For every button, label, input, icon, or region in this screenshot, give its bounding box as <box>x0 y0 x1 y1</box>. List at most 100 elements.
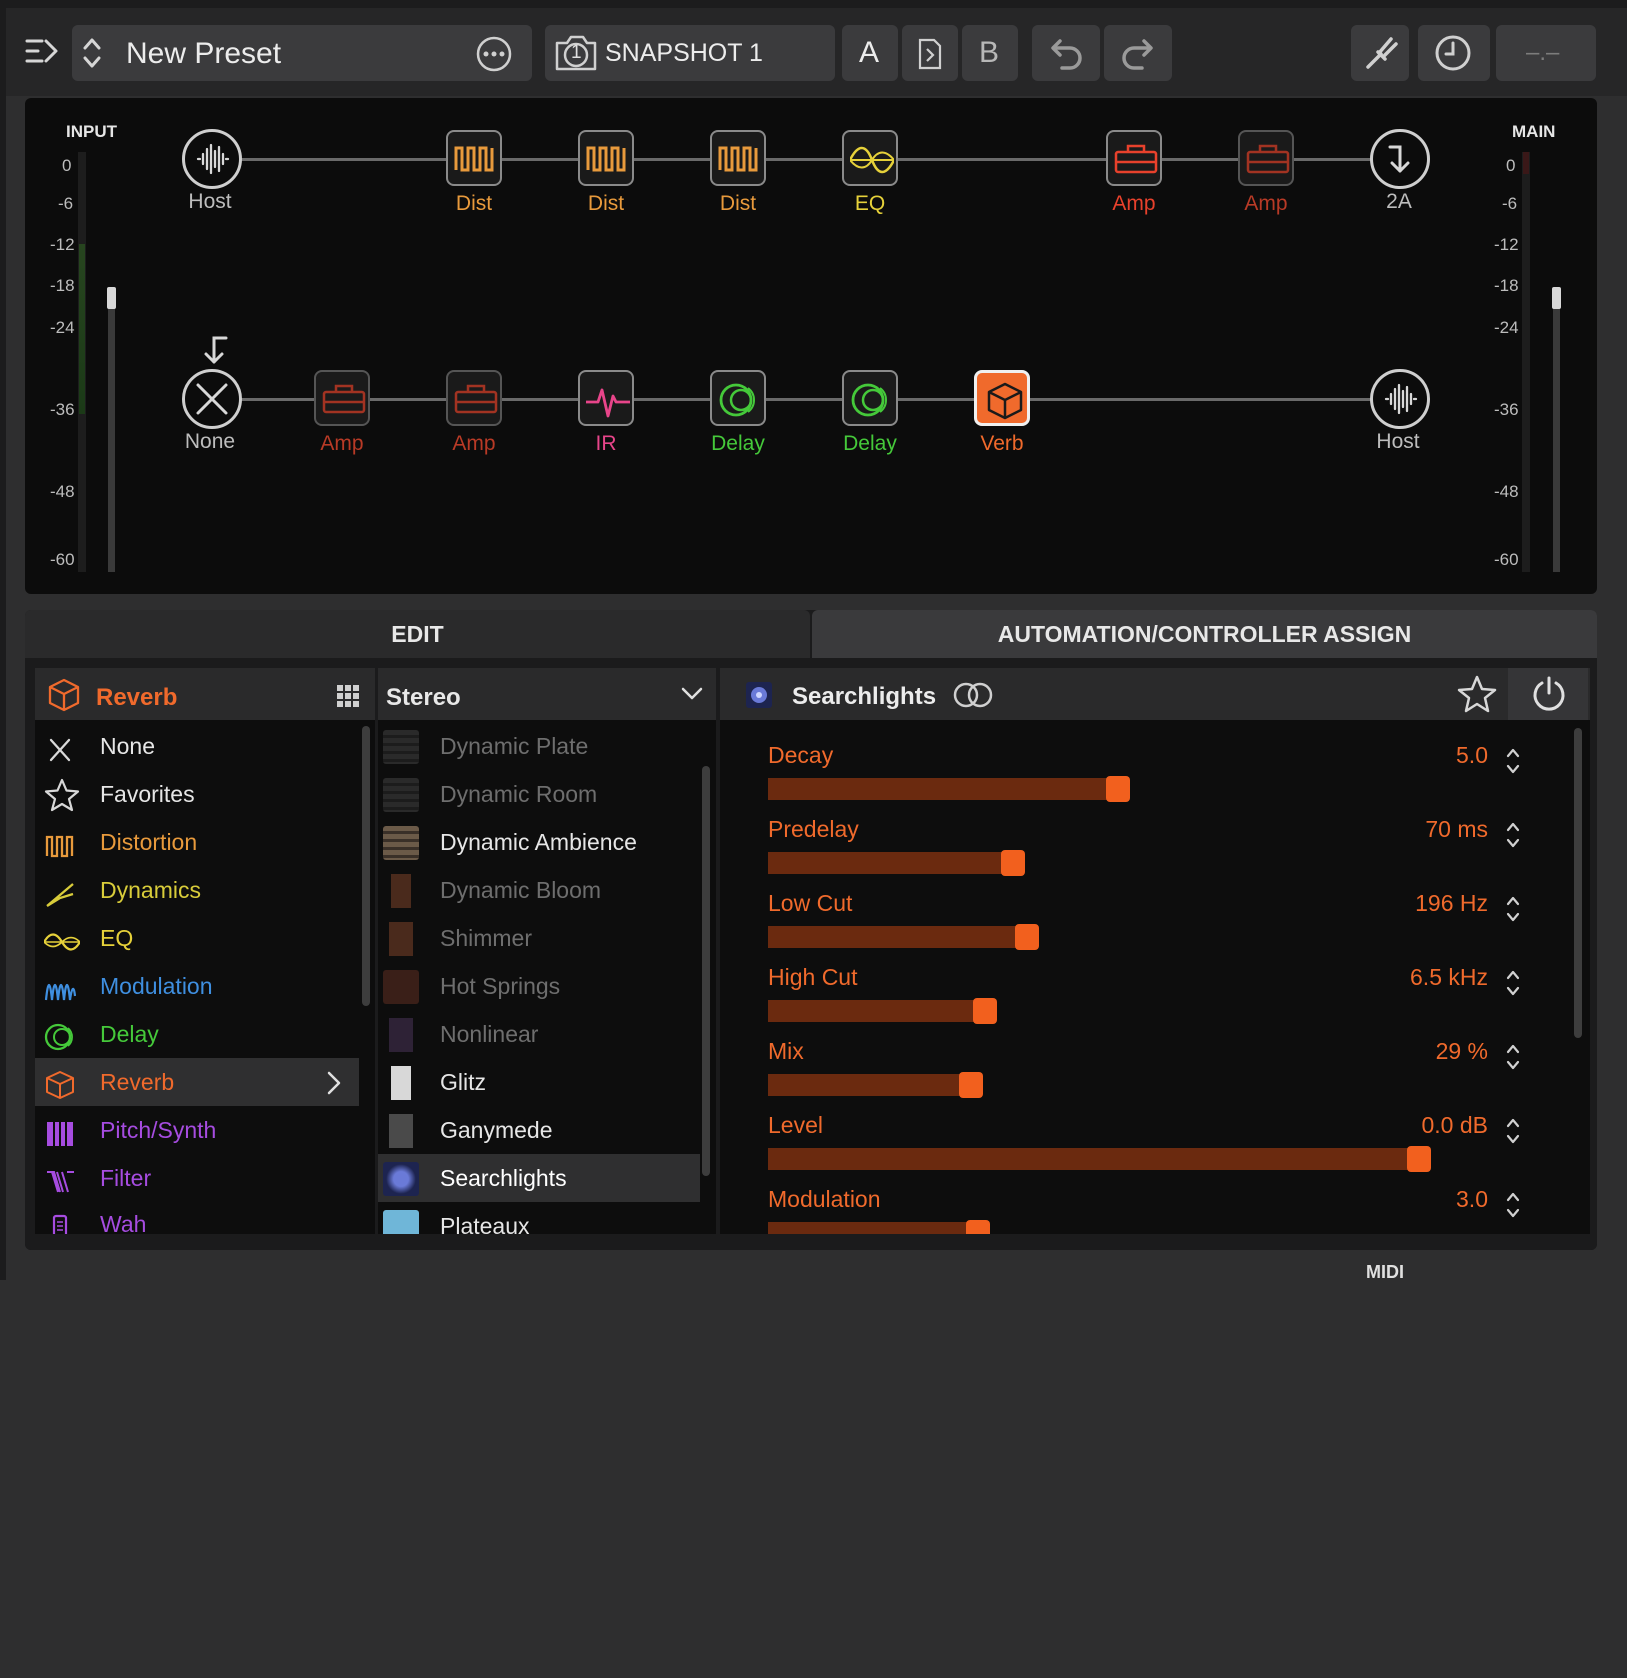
amp-block[interactable] <box>1106 130 1162 186</box>
path-a-output-2a[interactable] <box>1370 129 1430 189</box>
preset-selector[interactable]: New Preset <box>72 25 532 81</box>
model-item[interactable]: Ganymede <box>380 1106 700 1154</box>
category-item-pitch-synth[interactable]: Pitch/Synth <box>40 1106 360 1154</box>
param-value[interactable]: 5.0 <box>1288 742 1488 769</box>
model-thumbnail <box>383 1114 419 1148</box>
param-row[interactable]: Decay 5.0 <box>768 738 1528 812</box>
param-slider-fill[interactable] <box>768 1148 1419 1170</box>
param-value[interactable]: 29 % <box>1288 1038 1488 1065</box>
model-item[interactable]: Hot Springs <box>380 962 700 1010</box>
delay-block[interactable] <box>842 370 898 426</box>
category-item-wah[interactable]: Wah <box>40 1200 360 1234</box>
category-item-modulation[interactable]: Modulation <box>40 962 360 1010</box>
tab-automation[interactable]: AUTOMATION/CONTROLLER ASSIGN <box>812 610 1597 658</box>
distortion-block[interactable] <box>578 130 634 186</box>
ir-block[interactable] <box>578 370 634 426</box>
model-item[interactable]: Dynamic Bloom <box>380 866 700 914</box>
chevron-down-icon[interactable] <box>680 686 704 702</box>
model-item[interactable]: Glitz <box>380 1058 700 1106</box>
param-stepper-icon[interactable] <box>1506 894 1520 924</box>
path-b-input-none[interactable] <box>182 369 242 429</box>
model-item[interactable]: Dynamic Plate <box>380 722 700 770</box>
input-gain-handle[interactable] <box>107 287 116 309</box>
category-item-favorites[interactable]: Favorites <box>40 770 360 818</box>
stereo-link-icon[interactable] <box>952 680 994 710</box>
category-item-filter[interactable]: Filter <box>40 1154 360 1202</box>
snapshot-b-button[interactable]: B <box>962 25 1018 81</box>
parameter-scrollbar[interactable] <box>1574 728 1582 1038</box>
category-scrollbar[interactable] <box>362 726 370 1006</box>
param-value[interactable]: 196 Hz <box>1288 890 1488 917</box>
param-slider-fill[interactable] <box>768 852 1013 874</box>
tempo-tap-button[interactable] <box>1418 25 1490 81</box>
amp-block-bypassed[interactable] <box>446 370 502 426</box>
param-value[interactable]: 6.5 kHz <box>1288 964 1488 991</box>
input-meter-tick: -60 <box>50 550 75 569</box>
path-b-output-host[interactable] <box>1370 369 1430 429</box>
redo-button[interactable] <box>1104 25 1172 81</box>
category-item-dynamics[interactable]: Dynamics <box>40 866 360 914</box>
param-slider-handle[interactable] <box>973 998 997 1024</box>
model-scrollbar[interactable] <box>702 766 710 1176</box>
tab-edit[interactable]: EDIT <box>25 610 810 658</box>
param-stepper-icon[interactable] <box>1506 820 1520 850</box>
tuner-button[interactable] <box>1351 25 1409 81</box>
param-stepper-icon[interactable] <box>1506 1042 1520 1072</box>
param-slider-handle[interactable] <box>1407 1146 1431 1172</box>
param-row[interactable]: Predelay 70 ms <box>768 812 1528 886</box>
category-item-none[interactable]: None <box>40 722 360 770</box>
param-slider-handle[interactable] <box>1015 924 1039 950</box>
main-volume-handle[interactable] <box>1552 287 1561 309</box>
param-row[interactable]: Low Cut 196 Hz <box>768 886 1528 960</box>
param-slider-fill[interactable] <box>768 1074 971 1096</box>
param-slider-fill[interactable] <box>768 1000 985 1022</box>
param-value[interactable]: 3.0 <box>1288 1186 1488 1213</box>
reverb-block-selected[interactable] <box>974 370 1030 426</box>
amp-block-bypassed[interactable] <box>1238 130 1294 186</box>
preset-stepper-icon[interactable] <box>82 33 102 73</box>
param-slider-handle[interactable] <box>1106 776 1130 802</box>
category-item-reverb[interactable]: Reverb <box>40 1058 360 1106</box>
param-stepper-icon[interactable] <box>1506 968 1520 998</box>
sidebar-toggle-icon[interactable] <box>24 36 64 66</box>
model-item[interactable]: Dynamic Room <box>380 770 700 818</box>
snapshot-a-button[interactable]: A <box>842 25 898 81</box>
param-value[interactable]: 70 ms <box>1288 816 1488 843</box>
model-item[interactable]: Shimmer <box>380 914 700 962</box>
param-stepper-icon[interactable] <box>1506 1190 1520 1220</box>
model-item[interactable]: Plateaux <box>380 1202 700 1234</box>
param-stepper-icon[interactable] <box>1506 1116 1520 1146</box>
param-slider-handle[interactable] <box>1001 850 1025 876</box>
eq-block[interactable] <box>842 130 898 186</box>
model-item[interactable]: Nonlinear <box>380 1010 700 1058</box>
power-button[interactable] <box>1508 668 1588 720</box>
main-volume-slider[interactable] <box>1553 296 1560 572</box>
favorite-star-icon[interactable] <box>1456 674 1498 714</box>
category-item-delay[interactable]: Delay <box>40 1010 360 1058</box>
category-item-eq[interactable]: EQ <box>40 914 360 962</box>
model-item[interactable]: Dynamic Ambience <box>380 818 700 866</box>
param-slider-handle[interactable] <box>959 1072 983 1098</box>
more-options-icon[interactable] <box>475 35 513 73</box>
param-row[interactable]: Mix 29 % <box>768 1034 1528 1108</box>
param-stepper-icon[interactable] <box>1506 746 1520 776</box>
delay-block[interactable] <box>710 370 766 426</box>
param-row[interactable]: Level 0.0 dB <box>768 1108 1528 1182</box>
distortion-block[interactable] <box>446 130 502 186</box>
copy-snapshot-button[interactable] <box>902 25 958 81</box>
grid-view-icon[interactable] <box>336 684 360 708</box>
param-row[interactable]: High Cut 6.5 kHz <box>768 960 1528 1034</box>
param-slider-fill[interactable] <box>768 778 1118 800</box>
main-level-meter <box>1522 152 1530 572</box>
tempo-display[interactable]: –.– <box>1496 25 1596 81</box>
model-item-selected[interactable]: Searchlights <box>380 1154 700 1202</box>
input-gain-slider[interactable] <box>108 296 115 572</box>
undo-button[interactable] <box>1032 25 1100 81</box>
param-slider-fill[interactable] <box>768 926 1027 948</box>
amp-block-bypassed[interactable] <box>314 370 370 426</box>
path-a-input-host[interactable] <box>182 129 242 189</box>
param-value[interactable]: 0.0 dB <box>1288 1112 1489 1139</box>
distortion-block[interactable] <box>710 130 766 186</box>
category-item-distortion[interactable]: Distortion <box>40 818 360 866</box>
snapshot-selector[interactable]: 1 SNAPSHOT 1 <box>545 25 835 81</box>
